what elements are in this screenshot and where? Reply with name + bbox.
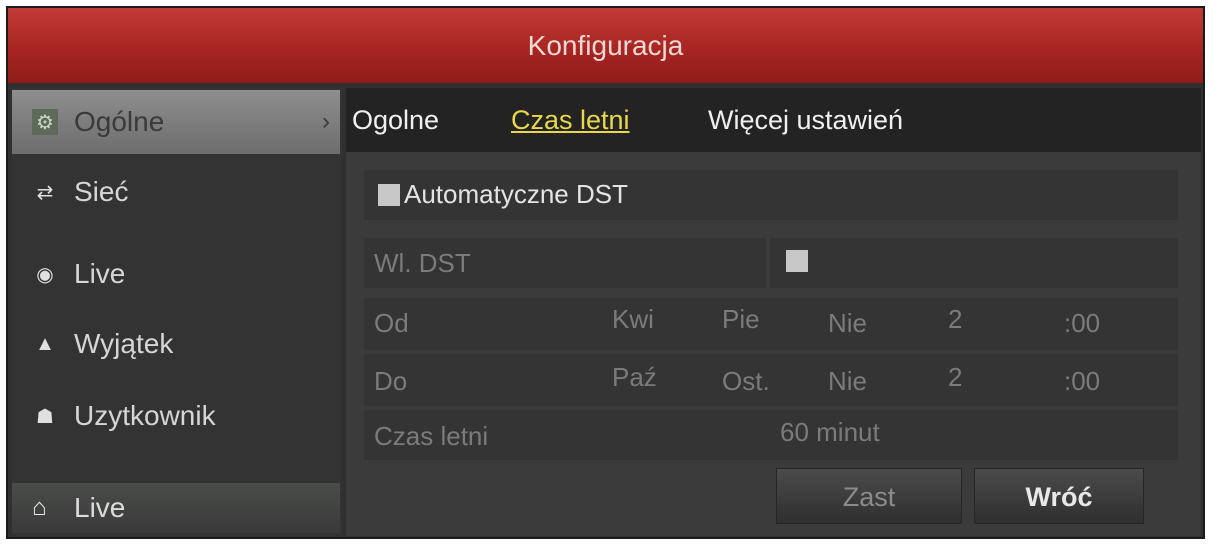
end-day[interactable]: Nie bbox=[828, 366, 867, 397]
eye-icon: ◉ bbox=[36, 263, 54, 286]
sidebar-item-label: Sieć bbox=[74, 176, 129, 207]
sidebar-item-label: Live bbox=[74, 258, 126, 289]
gear-icon: ⚙ bbox=[32, 109, 58, 135]
sidebar: ⚙ Ogólne › ⇄ Sieć ◉ Live ▲ Wyjątek ☗ Uzy… bbox=[12, 88, 342, 536]
start-hour[interactable]: 2 bbox=[948, 304, 962, 335]
sidebar-item-general[interactable]: ⚙ Ogólne › bbox=[12, 90, 340, 154]
start-month[interactable]: Kwi bbox=[612, 304, 654, 335]
end-hour[interactable]: 2 bbox=[948, 362, 962, 393]
sidebar-item-label: Uzytkownik bbox=[74, 400, 216, 431]
tab-bar: Ogolne Czas letni Więcej ustawień bbox=[346, 88, 1201, 152]
dst-bias-row: Czas letni 60 minut bbox=[364, 410, 1178, 460]
start-minute[interactable]: :00 bbox=[1064, 308, 1100, 339]
end-minute[interactable]: :00 bbox=[1064, 366, 1100, 397]
tab-dst[interactable]: Czas letni bbox=[511, 88, 630, 152]
sidebar-item-user[interactable]: ☗ Uzytkownik bbox=[12, 384, 340, 448]
apply-button[interactable]: Zast bbox=[776, 468, 962, 524]
sidebar-item-exception[interactable]: ▲ Wyjątek bbox=[12, 312, 340, 376]
end-week[interactable]: Ost. bbox=[722, 366, 770, 397]
sidebar-item-label: Wyjątek bbox=[74, 328, 174, 359]
enable-dst-cell bbox=[770, 238, 1178, 288]
enable-dst-label: Wl. DST bbox=[374, 248, 471, 278]
tab-general[interactable]: Ogolne bbox=[352, 88, 439, 152]
users-icon: ☗ bbox=[36, 405, 54, 428]
auto-dst-row: Automatyczne DST bbox=[364, 170, 1178, 220]
enable-dst-label-cell: Wl. DST bbox=[364, 238, 766, 288]
auto-dst-label: Automatyczne DST bbox=[404, 179, 628, 209]
start-week[interactable]: Pie bbox=[722, 304, 760, 335]
window-title: Konfiguracja bbox=[8, 8, 1203, 83]
tab-more-settings[interactable]: Więcej ustawień bbox=[708, 88, 903, 152]
dst-start-row: Od Kwi Pie Nie 2 :00 bbox=[364, 298, 1178, 350]
warning-icon: ▲ bbox=[35, 332, 55, 355]
end-label: Do bbox=[374, 366, 408, 396]
auto-dst-checkbox[interactable] bbox=[378, 184, 400, 206]
live-button-label: Live bbox=[74, 492, 126, 523]
enable-dst-checkbox[interactable] bbox=[786, 250, 808, 272]
sidebar-item-live[interactable]: ◉ Live bbox=[12, 242, 340, 306]
end-month[interactable]: Paź bbox=[612, 362, 657, 393]
home-icon: ⌂ bbox=[32, 494, 47, 521]
config-window: Konfiguracja ⚙ Ogólne › ⇄ Sieć ◉ Live ▲ … bbox=[6, 6, 1205, 539]
dst-end-row: Do Paź Ost. Nie 2 :00 bbox=[364, 354, 1178, 406]
network-icon: ⇄ bbox=[36, 181, 54, 204]
sidebar-item-network[interactable]: ⇄ Sieć bbox=[12, 160, 340, 224]
back-button[interactable]: Wróć bbox=[974, 468, 1144, 524]
start-day[interactable]: Nie bbox=[828, 308, 867, 339]
chevron-right-icon: › bbox=[322, 108, 330, 135]
start-label: Od bbox=[374, 308, 409, 338]
dst-bias-label: Czas letni bbox=[374, 421, 489, 451]
dst-bias-value[interactable]: 60 minut bbox=[780, 417, 880, 448]
live-button[interactable]: ⌂ Live bbox=[12, 483, 340, 533]
settings-panel: Ogolne Czas letni Więcej ustawień Automa… bbox=[346, 88, 1201, 536]
sidebar-item-label: Ogólne bbox=[74, 106, 165, 137]
